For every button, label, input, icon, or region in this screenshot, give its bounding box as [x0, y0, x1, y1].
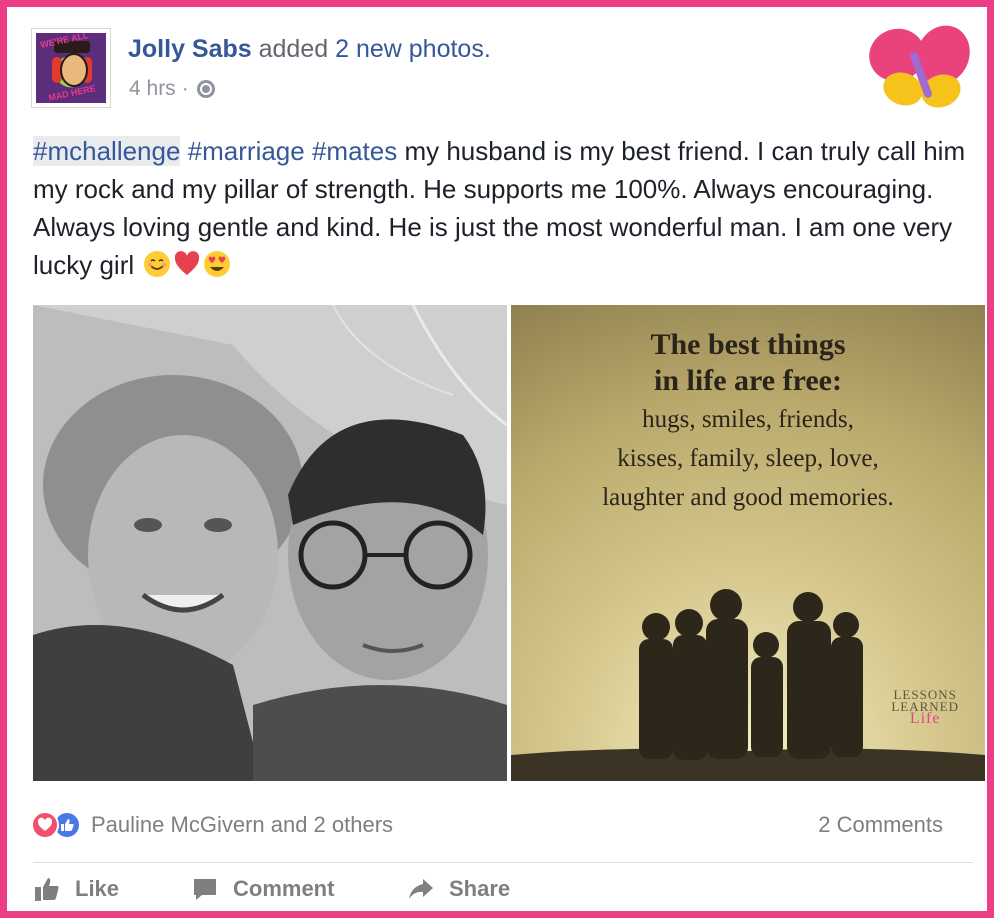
post-text: #mchallenge #marriage #mates my husband …	[33, 132, 973, 284]
quote-body-line: hugs, smiles, friends,	[642, 406, 854, 433]
love-reaction-icon	[31, 811, 59, 839]
comment-icon	[194, 879, 216, 900]
post-header: Jolly Sabs added 2 new photos.	[128, 35, 491, 64]
hashtag-link[interactable]: #mates	[312, 136, 397, 166]
comments-count[interactable]: 2 Comments	[818, 812, 943, 838]
brand-line: Life	[909, 710, 941, 727]
comment-button[interactable]: Comment	[191, 875, 334, 903]
post-timestamp[interactable]: 4 hrs	[129, 77, 176, 101]
quote-body-line: laughter and good memories.	[602, 484, 894, 511]
quote-title-line: The best things	[650, 328, 846, 361]
share-label: Share	[449, 876, 511, 901]
brand-logo: LESSONS LEARNED Life	[891, 688, 959, 727]
actions-divider	[33, 862, 973, 863]
meta-separator: ·	[181, 77, 189, 100]
heart-eyes-emoji	[204, 251, 231, 277]
quote-title-line: in life are free:	[654, 364, 842, 397]
avatar-face	[60, 53, 88, 87]
couple-selfie-photo[interactable]	[33, 305, 507, 781]
couple-selfie-illustration	[33, 305, 507, 781]
photos-link[interactable]: 2 new photos.	[335, 35, 491, 63]
comment-label: Comment	[233, 876, 335, 901]
author-name[interactable]: Jolly Sabs	[128, 35, 252, 63]
author-avatar[interactable]: WE'RE ALL MAD HERE	[31, 28, 111, 108]
avatar-image: WE'RE ALL MAD HERE	[36, 33, 106, 103]
thumbs-up-icon	[35, 878, 59, 901]
reactions-summary[interactable]: Pauline McGivern and 2 others	[31, 809, 393, 841]
post-card: WE'RE ALL MAD HERE Jolly Sabs added 2 ne…	[0, 0, 994, 918]
quote-photo[interactable]: The best things in life are free: hugs, …	[511, 305, 985, 781]
share-button[interactable]: Share	[407, 875, 510, 903]
butterfly-icon	[869, 25, 970, 108]
share-icon	[409, 879, 433, 899]
quote-body-line: kisses, family, sleep, love,	[617, 445, 879, 472]
hashtag-link[interactable]: #mchallenge	[33, 136, 181, 166]
smiling-face-emoji	[144, 251, 171, 277]
post-meta: 4 hrs ·	[129, 77, 215, 101]
action-text: added	[258, 35, 329, 63]
globe-icon[interactable]	[196, 80, 215, 98]
friends-silhouette	[511, 589, 985, 781]
like-button[interactable]: Like	[33, 875, 119, 903]
hashtag-link[interactable]: #marriage	[188, 136, 305, 166]
quote-text: The best things in life are free: hugs, …	[511, 327, 985, 516]
reaction-names[interactable]: Pauline McGivern and 2 others	[91, 812, 393, 838]
red-heart-emoji	[175, 251, 200, 275]
like-label: Like	[75, 876, 120, 901]
